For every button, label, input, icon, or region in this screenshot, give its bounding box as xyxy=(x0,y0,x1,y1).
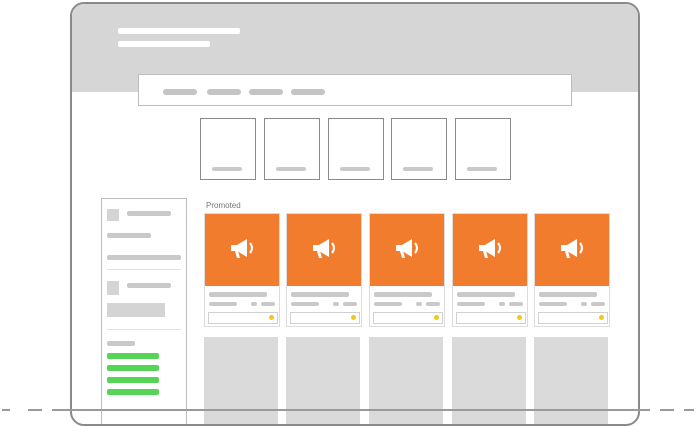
product-meta-placeholder xyxy=(499,302,505,306)
sidebar-divider xyxy=(107,269,181,270)
megaphone-icon xyxy=(393,236,421,265)
cta-dot-icon xyxy=(351,315,356,320)
filter-option[interactable] xyxy=(107,389,159,395)
product-tile[interactable] xyxy=(452,337,526,424)
filter-text-placeholder xyxy=(107,233,151,238)
product-meta-placeholder xyxy=(416,302,422,306)
category-label-placeholder xyxy=(212,167,242,171)
add-to-cart-bar[interactable] xyxy=(538,312,608,324)
promoted-product-card[interactable] xyxy=(369,213,445,327)
header-title-placeholder xyxy=(118,28,240,34)
promoted-product-card[interactable] xyxy=(286,213,362,327)
add-to-cart-bar[interactable] xyxy=(208,312,278,324)
category-card[interactable] xyxy=(391,118,447,180)
baseline-dash xyxy=(684,409,694,411)
filter-option[interactable] xyxy=(107,377,159,383)
category-label-placeholder xyxy=(403,167,433,171)
baseline-dash xyxy=(52,409,62,411)
nav-item[interactable] xyxy=(207,89,241,95)
megaphone-icon xyxy=(228,236,256,265)
filter-option[interactable] xyxy=(107,353,159,359)
baseline-dash xyxy=(28,409,42,411)
megaphone-icon xyxy=(558,236,586,265)
filter-title-placeholder xyxy=(127,283,171,288)
category-card[interactable] xyxy=(455,118,511,180)
baseline-dash xyxy=(2,409,10,411)
product-meta-placeholder xyxy=(333,302,339,306)
product-meta-placeholder xyxy=(209,302,237,306)
filter-thumbnail xyxy=(107,281,119,295)
filter-title-placeholder xyxy=(127,211,171,216)
category-label-placeholder xyxy=(340,167,370,171)
product-meta-placeholder xyxy=(426,302,440,306)
filter-option[interactable] xyxy=(107,365,159,371)
baseline-line xyxy=(62,409,650,411)
megaphone-icon xyxy=(476,236,504,265)
sidebar-divider xyxy=(107,329,181,330)
product-tile[interactable] xyxy=(369,337,443,424)
filter-title-placeholder xyxy=(107,341,135,346)
cta-dot-icon xyxy=(269,315,274,320)
cta-dot-icon xyxy=(599,315,604,320)
product-tile[interactable] xyxy=(204,337,278,424)
promoted-label: Promoted xyxy=(206,201,241,210)
cta-dot-icon xyxy=(434,315,439,320)
baseline-dash xyxy=(660,409,674,411)
nav-item[interactable] xyxy=(249,89,283,95)
product-meta-placeholder xyxy=(261,302,275,306)
add-to-cart-bar[interactable] xyxy=(373,312,443,324)
filter-thumbnail xyxy=(107,209,119,221)
category-card[interactable] xyxy=(200,118,256,180)
product-tile[interactable] xyxy=(534,337,608,424)
product-meta-placeholder xyxy=(343,302,357,306)
promo-image xyxy=(205,214,279,286)
promo-image xyxy=(287,214,361,286)
filter-input-placeholder[interactable] xyxy=(107,303,165,317)
product-tile[interactable] xyxy=(286,337,360,424)
product-title-placeholder xyxy=(291,292,349,297)
product-title-placeholder xyxy=(374,292,432,297)
category-card[interactable] xyxy=(328,118,384,180)
product-meta-placeholder xyxy=(581,302,587,306)
product-title-placeholder xyxy=(209,292,267,297)
promoted-product-card[interactable] xyxy=(452,213,528,327)
product-title-placeholder xyxy=(457,292,515,297)
navigation-bar xyxy=(138,74,572,106)
promoted-product-card[interactable] xyxy=(534,213,610,327)
product-meta-placeholder xyxy=(591,302,605,306)
nav-item[interactable] xyxy=(163,89,197,95)
filter-sidebar xyxy=(101,198,187,424)
category-label-placeholder xyxy=(467,167,497,171)
category-card[interactable] xyxy=(264,118,320,180)
promo-image xyxy=(370,214,444,286)
product-meta-placeholder xyxy=(291,302,319,306)
product-meta-placeholder xyxy=(251,302,257,306)
product-meta-placeholder xyxy=(457,302,485,306)
category-label-placeholder xyxy=(276,167,306,171)
product-meta-placeholder xyxy=(539,302,567,306)
nav-item[interactable] xyxy=(291,89,325,95)
product-meta-placeholder xyxy=(509,302,523,306)
cta-dot-icon xyxy=(517,315,522,320)
promoted-product-card[interactable] xyxy=(204,213,280,327)
header-subtitle-placeholder xyxy=(118,41,210,47)
browser-window: Promoted xyxy=(70,2,640,426)
product-meta-placeholder xyxy=(374,302,402,306)
megaphone-icon xyxy=(310,236,338,265)
promo-image xyxy=(453,214,527,286)
add-to-cart-bar[interactable] xyxy=(290,312,360,324)
add-to-cart-bar[interactable] xyxy=(456,312,526,324)
promo-image xyxy=(535,214,609,286)
product-title-placeholder xyxy=(539,292,597,297)
filter-text-placeholder xyxy=(107,255,181,260)
